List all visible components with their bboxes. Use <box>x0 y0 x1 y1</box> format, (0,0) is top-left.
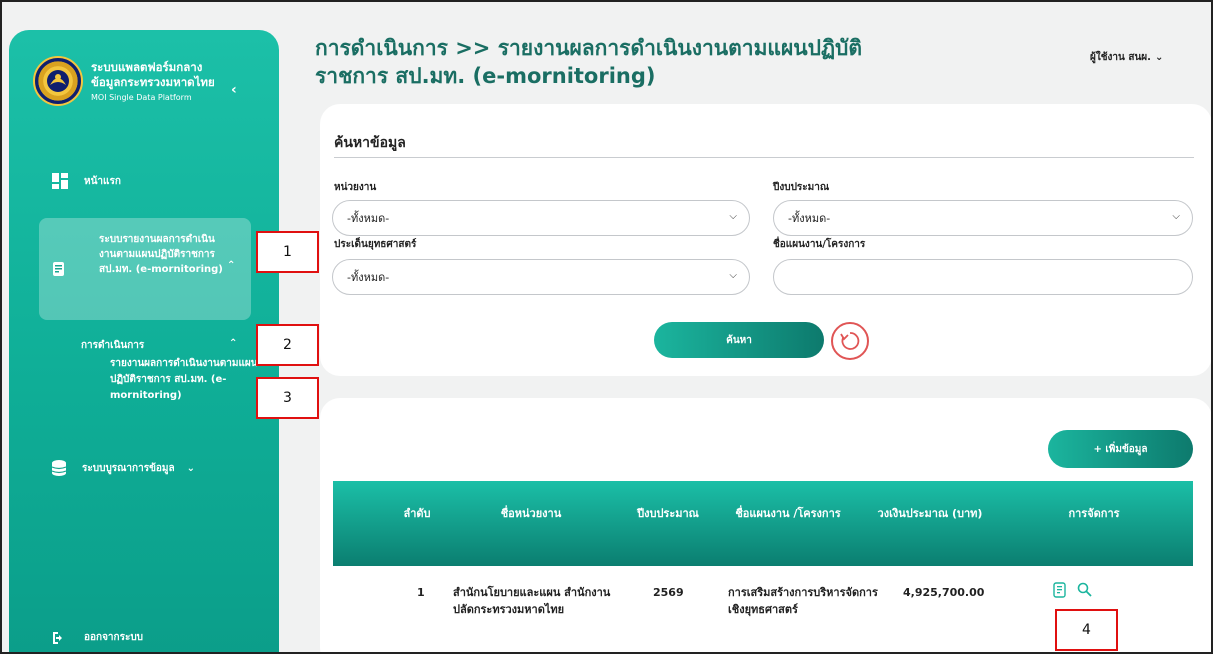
column-header-no: ลำดับ <box>403 507 431 520</box>
cell-budget: 4,925,700.00 <box>903 586 985 599</box>
year-label: ปีงบประมาณ <box>773 182 830 193</box>
logout-button[interactable]: ออกจากระบบ <box>52 630 143 645</box>
cell-agency: สำนักนโยบายและแผน สำนักงานปลัดกระทรวงมหา… <box>453 586 611 616</box>
column-header-year: ปีงบประมาณ <box>637 507 699 520</box>
sidebar-subitem-report[interactable]: รายงานผลการดำเนินงานตามแผนปฏิบัติราชการ … <box>110 356 260 404</box>
agency-label: หน่วยงาน <box>334 182 377 193</box>
column-header-agency: ชื่อหน่วยงาน <box>500 507 562 520</box>
divider <box>334 157 1194 158</box>
chevron-up-icon: ⌃ <box>229 338 238 349</box>
table-header: ลำดับ ชื่อหน่วยงาน ปีงบประมาณ ชื่อแผนงาน… <box>333 481 1193 566</box>
dashboard-icon <box>52 173 68 189</box>
sidebar-item-operations[interactable]: การดำเนินการ ⌃ <box>81 338 251 353</box>
collapse-sidebar-icon[interactable]: ‹ <box>231 82 237 98</box>
chevron-down-icon: ⌄ <box>1154 52 1164 63</box>
strategy-select[interactable]: -ทั้งหมด- ⌵ <box>332 259 750 295</box>
search-icon[interactable] <box>1077 582 1092 597</box>
agency-select[interactable]: -ทั้งหมด- ⌵ <box>332 200 750 236</box>
sidebar-item-home-label: หน้าแรก <box>84 175 121 187</box>
chevron-down-icon: ⌵ <box>729 270 737 281</box>
brand-title-line1: ระบบแพลตฟอร์มกลาง <box>91 60 203 74</box>
sidebar: ระบบแพลตฟอร์มกลาง ข้อมูลกระทรวงมหาดไทย M… <box>9 30 279 654</box>
report-icon <box>53 262 64 276</box>
cell-year: 2569 <box>653 586 684 599</box>
sidebar-item-operations-label: การดำเนินการ <box>81 340 145 351</box>
plan-label: ชื่อแผนงาน/โครงการ <box>773 239 866 250</box>
agency-select-value: -ทั้งหมด- <box>347 212 390 225</box>
database-icon <box>52 460 66 476</box>
annotation-marker: 3 <box>256 377 319 419</box>
annotation-marker: 1 <box>256 231 319 273</box>
user-name: ผู้ใช้งาน สนผ. <box>1090 52 1151 63</box>
logout-icon <box>53 631 62 644</box>
cell-plan: การเสริมสร้างการบริหารจัดการเชิงยุทธศาสต… <box>728 586 878 616</box>
chevron-down-icon: ⌵ <box>1172 211 1180 222</box>
column-header-plan: ชื่อแผนงาน /โครงการ <box>735 507 841 520</box>
year-select-value: -ทั้งหมด- <box>788 212 831 225</box>
logout-label: ออกจากระบบ <box>84 632 144 643</box>
column-header-budget: วงเงินประมาณ (บาท) <box>877 507 983 520</box>
strategy-select-value: -ทั้งหมด- <box>347 271 390 284</box>
search-button[interactable]: ค้นหา <box>654 322 824 358</box>
annotation-marker: 2 <box>256 324 319 366</box>
cell-no: 1 <box>417 586 425 599</box>
plan-input[interactable] <box>773 259 1193 295</box>
reset-button[interactable] <box>831 322 869 360</box>
add-data-button[interactable]: + เพิ่มข้อมูล <box>1048 430 1193 468</box>
sidebar-item-integration-label: ระบบบูรณาการข้อมูล <box>82 462 175 474</box>
ministry-logo-icon <box>33 56 83 106</box>
user-menu[interactable]: ผู้ใช้งาน สนผ. ⌄ <box>1090 50 1163 65</box>
brand-subtitle: MOI Single Data Platform <box>91 93 192 102</box>
chevron-down-icon: ⌄ <box>186 462 196 474</box>
brand-title-line2: ข้อมูลกระทรวงมหาดไทย <box>91 75 215 89</box>
chevron-up-icon: ⌃ <box>227 260 236 271</box>
search-panel-title: ค้นหาข้อมูล <box>334 135 406 151</box>
brand[interactable]: ระบบแพลตฟอร์มกลาง ข้อมูลกระทรวงมหาดไทย M… <box>33 56 215 106</box>
page-title: การดำเนินการ >> รายงานผลการดำเนินงานตามแ… <box>315 36 863 88</box>
sidebar-item-home[interactable]: หน้าแรก <box>52 173 121 189</box>
sidebar-item-integration[interactable]: ระบบบูรณาการข้อมูล ⌄ <box>52 460 195 476</box>
annotation-marker: 4 <box>1055 609 1118 651</box>
refresh-icon <box>840 332 860 350</box>
column-header-manage: การจัดการ <box>1068 507 1120 520</box>
year-select[interactable]: -ทั้งหมด- ⌵ <box>773 200 1193 236</box>
document-icon[interactable] <box>1053 582 1067 598</box>
row-actions <box>1053 582 1092 598</box>
search-panel: ค้นหาข้อมูล หน่วยงาน -ทั้งหมด- ⌵ ปีงบประ… <box>320 104 1212 376</box>
sidebar-item-report-system[interactable]: ระบบรายงานผลการดำเนินงานตามแผนปฏิบัติราช… <box>39 218 251 320</box>
chevron-down-icon: ⌵ <box>729 211 737 222</box>
sidebar-item-report-system-label: ระบบรายงานผลการดำเนินงานตามแผนปฏิบัติราช… <box>99 234 223 275</box>
strategy-label: ประเด็นยุทธศาสตร์ <box>334 239 417 250</box>
